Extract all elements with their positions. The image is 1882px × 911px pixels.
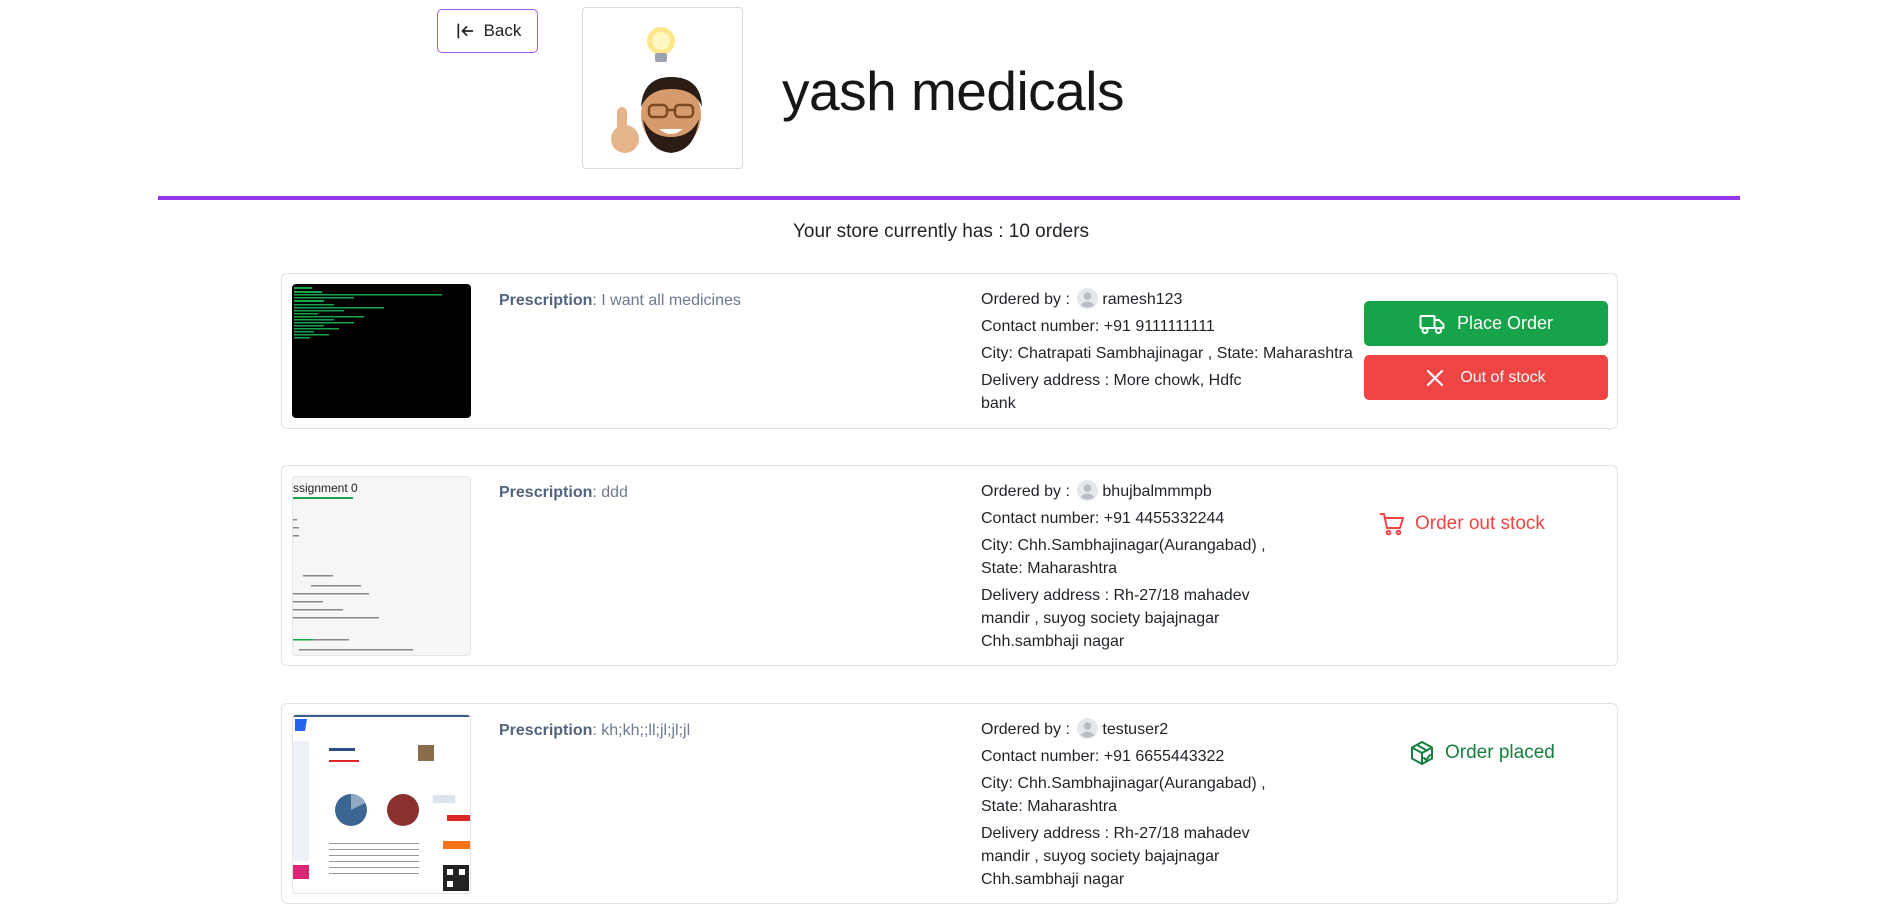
memoji-avatar-image xyxy=(610,27,702,153)
address-label: Delivery address : xyxy=(981,825,1114,842)
order-out-stock-status: Order out stock xyxy=(1379,512,1545,536)
state-value: Maharashtra xyxy=(1027,798,1118,815)
address-row: Delivery address : Rh-27/18 mahadev mand… xyxy=(981,584,1261,653)
state-value: Maharashtra xyxy=(1262,345,1353,362)
place-order-button[interactable]: Place Order xyxy=(1364,301,1608,346)
prescription-label: Prescription xyxy=(499,484,593,501)
state-value: Maharashtra xyxy=(1027,560,1118,577)
status-label: Order placed xyxy=(1445,742,1555,763)
ordered-by-row: Ordered by : bhujbalmmmpb xyxy=(981,480,1281,503)
city-state-row: City: Chh.Sambhajinagar(Aurangabad) , St… xyxy=(981,534,1281,580)
prescription-image[interactable] xyxy=(292,714,471,894)
contact-label: Contact number: xyxy=(981,318,1104,335)
out-of-stock-button[interactable]: Out of stock xyxy=(1364,355,1608,400)
user-avatar-icon xyxy=(1077,288,1099,310)
out-of-stock-label: Out of stock xyxy=(1460,368,1546,386)
address-row: Delivery address : More chowk, Hdfc bank xyxy=(981,369,1246,415)
contact-number: +91 4455332244 xyxy=(1103,510,1225,527)
arrow-left-to-line-icon xyxy=(457,23,473,39)
prescription-text: Prescription: kh;kh;;ll;jl;jl;jl xyxy=(499,722,690,740)
order-details: Ordered by : ramesh123 Contact number: +… xyxy=(981,288,1366,419)
city-label: City: xyxy=(981,775,1018,792)
city-state-row: City: Chh.Sambhajinagar(Aurangabad) , St… xyxy=(981,772,1281,818)
contact-row: Contact number: +91 4455332244 xyxy=(981,507,1281,530)
user-avatar-icon xyxy=(1077,718,1099,740)
ordered-by-user: ramesh123 xyxy=(1102,291,1183,308)
user-avatar-icon xyxy=(1077,480,1099,502)
prescription-text: Prescription: I want all medicines xyxy=(499,292,741,310)
ordered-by-user: testuser2 xyxy=(1102,721,1169,738)
city-value: Chh.Sambhajinagar(Aurangabad) xyxy=(1017,775,1262,792)
ordered-by-row: Ordered by : testuser2 xyxy=(981,718,1281,741)
order-details: Ordered by : testuser2 Contact number: +… xyxy=(981,718,1281,895)
prescription-value: : ddd xyxy=(592,484,628,501)
prescription-label: Prescription xyxy=(499,722,593,739)
order-placed-status: Order placed xyxy=(1409,740,1555,766)
prescription-value: : kh;kh;;ll;jl;jl;jl xyxy=(592,722,691,739)
place-order-label: Place Order xyxy=(1456,313,1554,333)
prescription-label: Prescription xyxy=(499,292,593,309)
order-count-text: Your store currently has : 10 orders xyxy=(792,221,1090,242)
ordered-by-label: Ordered by : xyxy=(981,291,1070,308)
contact-number: +91 9111111111 xyxy=(1103,318,1215,335)
ordered-by-label: Ordered by : xyxy=(981,721,1070,738)
back-button-label: Back xyxy=(483,21,522,40)
city-label: City: xyxy=(981,537,1018,554)
package-check-icon xyxy=(1411,741,1433,765)
store-name-heading: yash medicals xyxy=(782,60,1124,122)
back-button[interactable]: Back xyxy=(437,9,538,53)
address-row: Delivery address : Rh-27/18 mahadev mand… xyxy=(981,822,1261,891)
city-value: Chh.Sambhajinagar(Aurangabad) xyxy=(1017,537,1262,554)
contact-label: Contact number: xyxy=(981,748,1104,765)
contact-label: Contact number: xyxy=(981,510,1104,527)
contact-row: Contact number: +91 9111111111 xyxy=(981,315,1366,338)
prescription-image[interactable] xyxy=(292,284,471,418)
contact-number: +91 6655443322 xyxy=(1103,748,1225,765)
close-icon xyxy=(1427,369,1444,386)
prescription-image[interactable]: ssignment 0 xyxy=(292,476,471,656)
order-card: Prescription: I want all medicines Order… xyxy=(281,273,1618,429)
header-divider xyxy=(158,196,1740,200)
order-card: Prescription: kh;kh;;ll;jl;jl;jl Ordered… xyxy=(281,703,1618,904)
ordered-by-user: bhujbalmmmpb xyxy=(1102,483,1212,500)
city-state-row: City: Chatrapati Sambhajinagar , State: … xyxy=(981,342,1366,365)
city-label: City: xyxy=(981,345,1018,362)
ordered-by-label: Ordered by : xyxy=(981,483,1070,500)
prescription-text: Prescription: ddd xyxy=(499,484,628,502)
address-label: Delivery address : xyxy=(981,372,1114,389)
ordered-by-row: Ordered by : ramesh123 xyxy=(981,288,1366,311)
status-label: Order out stock xyxy=(1415,513,1545,534)
shopping-cart-icon xyxy=(1379,513,1404,536)
address-label: Delivery address : xyxy=(981,587,1114,604)
store-avatar xyxy=(582,7,743,169)
prescription-value: : I want all medicines xyxy=(592,292,741,309)
state-label: , State: xyxy=(1207,345,1263,362)
order-card: ssignment 0 Prescription: ddd Ordered by… xyxy=(281,465,1618,666)
truck-icon xyxy=(1419,314,1445,334)
contact-row: Contact number: +91 6655443322 xyxy=(981,745,1281,768)
city-value: Chatrapati Sambhajinagar xyxy=(1017,345,1208,362)
order-details: Ordered by : bhujbalmmmpb Contact number… xyxy=(981,480,1281,657)
